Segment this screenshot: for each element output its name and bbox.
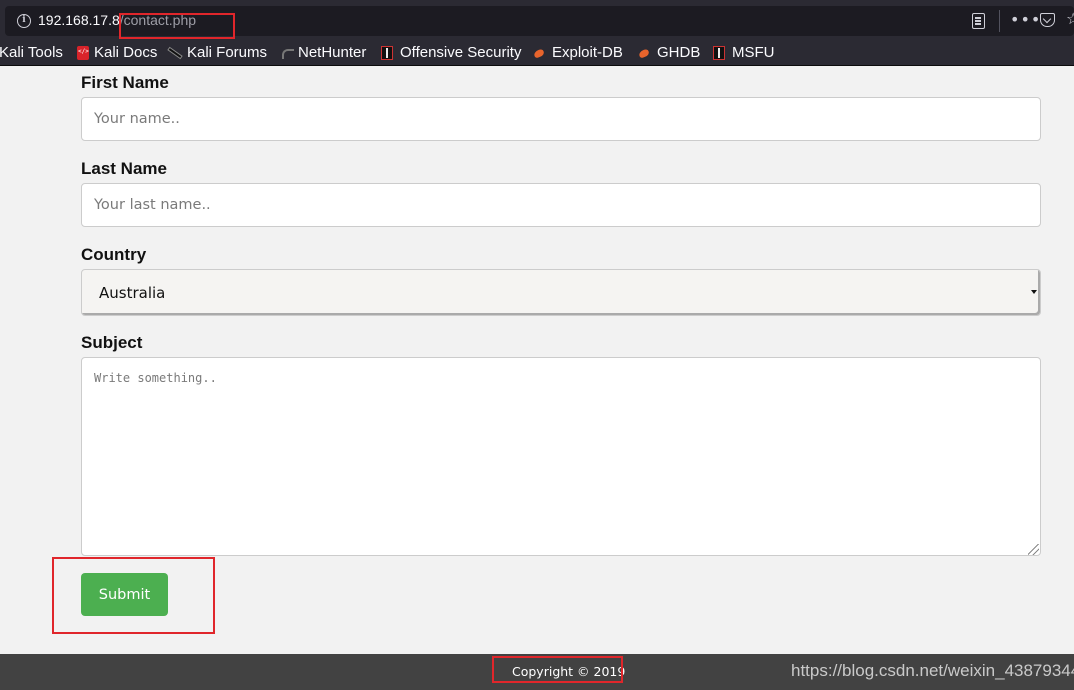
reader-view-icon[interactable]: [972, 13, 985, 29]
bookmark-nethunter[interactable]: NetHunter: [298, 44, 366, 61]
bookmark-kali-forums[interactable]: Kali Forums: [187, 44, 267, 61]
country-label: Country: [81, 245, 147, 264]
dropdown-arrow-icon: [1031, 290, 1037, 294]
bookmark-star-icon[interactable]: ☆: [1066, 9, 1074, 28]
kali-docs-icon: [77, 46, 89, 60]
country-select[interactable]: Australia: [81, 269, 1041, 316]
first-name-field[interactable]: [81, 97, 1041, 141]
first-name-label: First Name: [81, 73, 169, 92]
more-actions-icon[interactable]: •••: [1010, 10, 1041, 29]
bookmark-ghdb[interactable]: GHDB: [657, 44, 700, 61]
subject-textarea[interactable]: [81, 357, 1041, 556]
bookmark-msfu[interactable]: MSFU: [732, 44, 775, 61]
bookmark-offensive-security[interactable]: Offensive Security: [400, 44, 521, 61]
ghdb-icon: [638, 46, 650, 60]
annotation-box-submit: [52, 557, 215, 634]
annotation-box-url: [119, 13, 235, 39]
last-name-label: Last Name: [81, 159, 167, 178]
browser-toolbar: i 192.168.17.8/contact.php ••• ☆: [0, 0, 1074, 42]
subject-label: Subject: [81, 333, 143, 352]
kali-forums-icon: [168, 46, 180, 60]
country-selected-value: Australia: [99, 284, 166, 302]
annotation-box-footer: [492, 656, 623, 683]
bookmark-exploit-db[interactable]: Exploit-DB: [552, 44, 623, 61]
resize-handle-icon[interactable]: [1028, 544, 1039, 555]
bookmark-kali-docs[interactable]: Kali Docs: [94, 44, 157, 61]
footer: Copyright © 2019 https://blog.csdn.net/w…: [0, 654, 1074, 690]
watermark-text: https://blog.csdn.net/weixin_43879344: [791, 661, 1074, 680]
toolbar-divider: [999, 10, 1000, 32]
bookmark-kali-tools[interactable]: Kali Tools: [0, 44, 63, 61]
msfu-icon: [713, 46, 725, 60]
pocket-icon[interactable]: [1040, 13, 1055, 27]
last-name-field[interactable]: [81, 183, 1041, 227]
info-icon[interactable]: i: [17, 14, 31, 28]
bookmarks-toolbar: Kali Tools Kali Docs Kali Forums NetHunt…: [0, 42, 1074, 66]
nethunter-icon: [281, 46, 294, 60]
offensive-security-icon: [381, 46, 393, 60]
url-host: 192.168.17.8: [38, 12, 120, 28]
exploit-db-icon: [533, 46, 545, 60]
